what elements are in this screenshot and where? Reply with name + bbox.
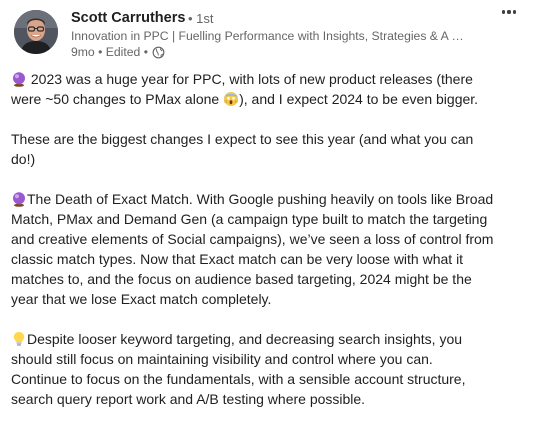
screaming-face-icon <box>223 91 239 107</box>
paragraph-line: do!) <box>11 151 36 167</box>
avatar-photo <box>14 10 58 54</box>
globe-icon <box>152 46 165 59</box>
paragraph-lead: These are the biggest changes I expect t… <box>11 129 521 169</box>
paragraph-keyword-targeting: Despite looser keyword targeting, and de… <box>11 329 521 409</box>
post-header: Scott Carruthers • 1st Innovation in PPC… <box>0 0 533 64</box>
crystal-ball-icon <box>11 191 27 207</box>
paragraph-line: The Death of Exact Match. With Google pu… <box>11 189 521 209</box>
avatar[interactable] <box>14 10 58 54</box>
paragraph-line: Match, PMax and Demand Gen (a campaign t… <box>11 211 488 227</box>
paragraph-line: 2023 was a huge year for PPC, with lots … <box>11 69 521 89</box>
paragraph-line: year that we lose Exact match completely… <box>11 291 272 307</box>
paragraph-line: Continue to focus on the fundamentals, w… <box>11 371 466 387</box>
light-bulb-icon <box>11 331 27 347</box>
paragraph-exact-match: The Death of Exact Match. With Google pu… <box>11 189 521 309</box>
paragraph-line: were ~50 changes to PMax alone ), and I … <box>11 91 479 107</box>
more-options-icon[interactable] <box>498 4 520 20</box>
crystal-ball-icon <box>11 71 27 87</box>
paragraph-line: matches to, and the focus on audience ba… <box>11 271 472 287</box>
connection-degree: • 1st <box>188 11 214 26</box>
post-body: 2023 was a huge year for PPC, with lots … <box>11 69 521 429</box>
author-name[interactable]: Scott Carruthers <box>71 10 185 26</box>
post-meta-text: 9mo • Edited • <box>71 45 148 59</box>
post-meta: 9mo • Edited • <box>71 45 165 59</box>
paragraph-line: classic match types. Now that Exact matc… <box>11 251 464 267</box>
paragraph-line: should still focus on maintaining visibi… <box>11 351 433 367</box>
paragraph-line: These are the biggest changes I expect t… <box>11 131 474 147</box>
paragraph-line: search query report work and A/B testing… <box>11 391 366 407</box>
paragraph-line: and creative elements of Social campaign… <box>11 231 494 247</box>
paragraph-intro: 2023 was a huge year for PPC, with lots … <box>11 69 521 109</box>
author-headline: Innovation in PPC | Fuelling Performance… <box>71 29 464 43</box>
paragraph-line: Despite looser keyword targeting, and de… <box>11 329 521 349</box>
